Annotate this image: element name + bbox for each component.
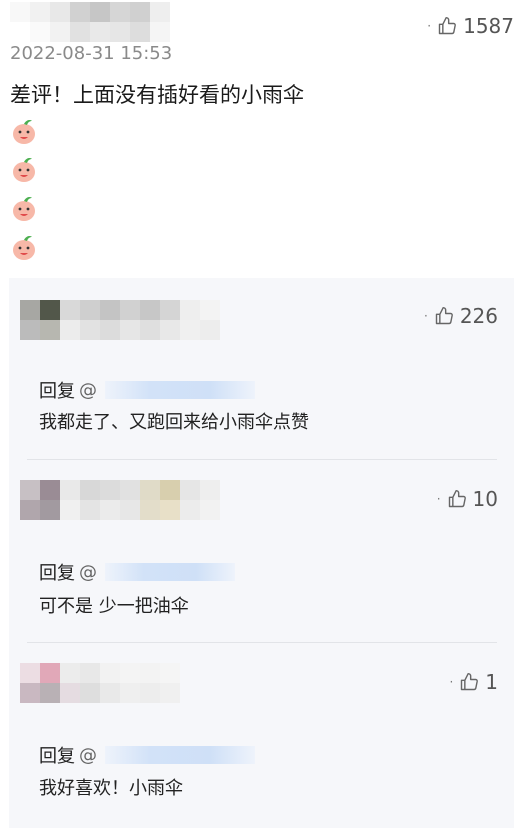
divider	[27, 642, 497, 643]
peach-face-emoji	[13, 158, 35, 182]
like-count: 10	[472, 487, 498, 511]
like-button[interactable]: · 1587	[427, 14, 514, 38]
peach-face-emoji	[13, 197, 35, 221]
like-count: 1587	[463, 14, 514, 38]
reply-avatar-username-blurred[interactable]	[20, 480, 240, 520]
reply-mention-line: 回复 @	[39, 559, 235, 585]
username-blurred[interactable]	[10, 2, 170, 42]
reply-mention-line: 回复 @	[39, 742, 255, 768]
peach-face-emoji	[13, 236, 35, 260]
mention-username-blurred[interactable]	[105, 746, 255, 764]
reply-text: 我都走了、又跑回来给小雨伞点赞	[39, 412, 309, 433]
comment-timestamp: 2022-08-31 15:53	[10, 43, 173, 64]
like-button[interactable]: · 1	[449, 670, 498, 694]
reply-label: 回复	[39, 381, 75, 402]
like-button[interactable]: · 226	[424, 304, 498, 328]
thumbs-up-icon	[435, 306, 453, 325]
thumbs-up-icon	[461, 672, 479, 691]
at-symbol: @	[79, 744, 97, 766]
at-symbol: @	[79, 379, 97, 401]
mention-username-blurred[interactable]	[105, 381, 255, 399]
like-button[interactable]: · 10	[437, 487, 498, 511]
dot-separator: ·	[423, 309, 428, 323]
reply-label: 回复	[39, 746, 75, 767]
like-count: 226	[459, 304, 498, 328]
mention-username-blurred[interactable]	[105, 563, 235, 581]
thumbs-up-icon	[448, 489, 466, 508]
divider	[27, 459, 497, 460]
reply-label: 回复	[39, 563, 75, 584]
dot-separator: ·	[449, 675, 454, 689]
dot-separator: ·	[427, 19, 432, 33]
reply-avatar-username-blurred[interactable]	[20, 300, 240, 340]
at-symbol: @	[79, 561, 97, 583]
reply-avatar-username-blurred[interactable]	[20, 663, 240, 703]
comment-text: 差评！上面没有插好看的小雨伞	[10, 83, 304, 107]
reply-mention-line: 回复 @	[39, 377, 255, 403]
thumbs-up-icon	[438, 16, 456, 35]
reply-text: 可不是 少一把油伞	[39, 596, 189, 617]
like-count: 1	[485, 670, 498, 694]
peach-face-emoji	[13, 120, 35, 144]
reply-text: 我好喜欢！小雨伞	[39, 778, 183, 799]
dot-separator: ·	[436, 492, 441, 506]
